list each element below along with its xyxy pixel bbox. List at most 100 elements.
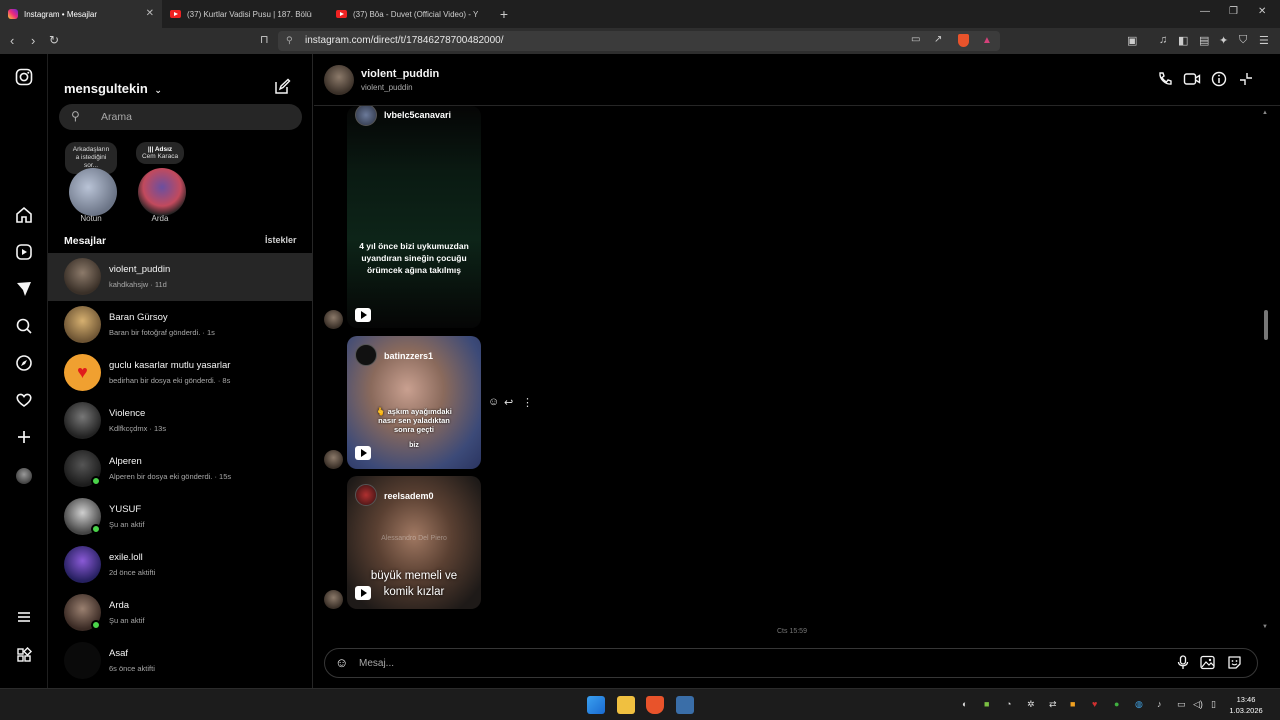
note-owner-name: Arda <box>151 214 169 223</box>
conversation-item[interactable]: ♥ guclu kasarlar mutlu yasarlar bedirhan… <box>48 349 313 397</box>
reader-icon[interactable]: ◧ <box>1178 34 1188 47</box>
app-icon[interactable] <box>676 696 694 714</box>
tray-icon[interactable]: ✲ <box>1027 699 1035 710</box>
home-icon[interactable] <box>14 206 34 226</box>
notifications-heart-icon[interactable] <box>14 391 34 411</box>
leo-ai-icon[interactable]: ✦ <box>1219 34 1228 47</box>
tray-icon[interactable]: ● <box>1114 699 1119 709</box>
instagram-logo-icon[interactable] <box>14 68 34 88</box>
requests-link[interactable]: İstekler <box>265 235 297 245</box>
note-song-artist: Cem Karaca <box>141 153 179 160</box>
brave-browser-icon[interactable] <box>646 696 664 714</box>
brave-rewards-icon[interactable]: ▲ <box>982 35 992 46</box>
conversation-item[interactable]: exile.loll 2d önce aktifti <box>48 541 313 589</box>
note-arda[interactable]: ||| Adsız Cem Karaca Arda <box>120 142 200 223</box>
explore-icon[interactable] <box>14 354 34 374</box>
conversation-item[interactable]: Alperen Alperen bir dosya eki gönderdi. … <box>48 445 313 493</box>
react-emoji-icon[interactable]: ☺ <box>488 396 499 408</box>
system-clock[interactable]: 13:46 1.03.2026 <box>1226 694 1266 716</box>
avatar <box>355 484 377 506</box>
tray-icon[interactable]: ◐ <box>962 699 967 709</box>
avatar[interactable] <box>324 65 354 95</box>
tab-kurtlar-vadisi[interactable]: (37) Kurtlar Vadisi Pusu | 187. Bölüm <box>162 0 328 28</box>
tray-icon[interactable]: ◔ <box>1006 699 1011 709</box>
search-input[interactable]: ⚲ Arama <box>59 104 302 130</box>
vpn-icon[interactable]: ⛉ <box>1239 34 1247 47</box>
conversation-item[interactable]: Violence Kdlfkcçdmx · 13s <box>48 397 313 445</box>
phone-call-icon[interactable] <box>1157 71 1173 91</box>
tray-icon[interactable]: ■ <box>1070 699 1075 709</box>
close-tab-icon[interactable]: ✕ <box>146 8 154 19</box>
network-icon[interactable]: ▭ <box>1177 699 1186 710</box>
file-explorer-icon[interactable] <box>617 696 635 714</box>
conversation-info-icon[interactable] <box>1211 71 1227 91</box>
shared-reel[interactable]: lvbelc5canavari 4 yıl önce bizi uykumuzd… <box>347 106 481 328</box>
scroll-up-icon[interactable]: ▲ <box>1262 110 1268 116</box>
share-icon[interactable]: ↗ <box>934 34 942 45</box>
reload-icon[interactable]: ↻ <box>49 33 59 47</box>
sidebar-toggle-icon[interactable]: ▣ <box>1127 34 1137 47</box>
menu-icon[interactable]: ☰ <box>1259 34 1269 47</box>
search-icon[interactable] <box>14 317 34 337</box>
scrollbar-thumb[interactable] <box>1264 310 1268 340</box>
shared-reel[interactable]: batinzzers1 🫰 aşkım ayağımdaki nasır sen… <box>347 336 481 469</box>
maximize-icon[interactable]: ❐ <box>1229 6 1238 17</box>
back-icon[interactable]: ‹ <box>10 33 14 48</box>
site-info-icon[interactable]: ⚲ <box>286 35 293 46</box>
voice-message-icon[interactable] <box>1177 655 1189 673</box>
scroll-down-icon[interactable]: ▼ <box>1262 624 1268 630</box>
message-input[interactable]: Mesaj... <box>359 658 394 669</box>
battery-icon[interactable]: ▯ <box>1211 699 1216 710</box>
chat-contact-name[interactable]: violent_puddin <box>361 68 439 80</box>
tab-instagram[interactable]: Instagram • Mesajlar ✕ <box>0 0 162 28</box>
conversation-item[interactable]: Arda Şu an aktif <box>48 589 313 637</box>
message-composer[interactable]: ☺ Mesaj... <box>324 648 1258 678</box>
tray-icon[interactable]: ♥ <box>1092 699 1097 709</box>
url-field[interactable]: ⚲ instagram.com/direct/t/178462787004820… <box>278 31 1000 51</box>
cast-icon[interactable]: ▭ <box>911 34 920 45</box>
avatar <box>64 546 101 583</box>
reply-icon[interactable]: ↩ <box>504 396 513 409</box>
more-options-icon[interactable]: ⋮ <box>522 396 533 409</box>
reel-play-icon <box>355 446 371 460</box>
windows-start-icon[interactable] <box>587 696 605 714</box>
microphone-icon[interactable]: ♪ <box>1157 699 1162 709</box>
profile-avatar-icon[interactable] <box>14 466 34 486</box>
chat-scrollbar[interactable]: ▲ ▼ <box>1262 110 1270 632</box>
more-menu-icon[interactable] <box>14 608 34 628</box>
volume-icon[interactable]: ◁) <box>1193 699 1203 710</box>
also-from-meta-icon[interactable] <box>14 646 34 666</box>
account-switcher[interactable]: mensgultekin ⌄ <box>64 81 162 96</box>
sticker-icon[interactable] <box>1227 655 1242 673</box>
tray-icon[interactable]: ◍ <box>1135 699 1143 710</box>
direct-messages-icon[interactable] <box>14 280 34 300</box>
reels-icon[interactable] <box>14 243 34 263</box>
new-message-icon[interactable] <box>274 78 291 100</box>
close-window-icon[interactable]: ✕ <box>1258 6 1266 17</box>
minimize-chat-icon[interactable] <box>1238 71 1254 91</box>
nvidia-icon[interactable]: ■ <box>984 699 989 709</box>
bookmark-icon[interactable]: ⊓ <box>260 33 269 46</box>
conversation-item[interactable]: violent_puddin kahdkahsjw · 11d <box>48 253 313 301</box>
conversation-preview: kahdkahsjw · 11d <box>109 280 167 289</box>
brave-shield-icon[interactable] <box>958 34 969 47</box>
clock-time: 13:46 <box>1236 695 1256 704</box>
new-tab-button[interactable]: + <box>494 6 514 22</box>
media-icon[interactable]: ♫ <box>1159 34 1167 46</box>
create-icon[interactable] <box>14 428 34 448</box>
conversation-item[interactable]: YUSUF Şu an aktif <box>48 493 313 541</box>
minimize-icon[interactable]: — <box>1200 6 1210 17</box>
note-bubble: ||| Adsız Cem Karaca <box>135 142 185 164</box>
tray-icon[interactable]: ⇄ <box>1049 699 1057 710</box>
video-call-icon[interactable] <box>1183 71 1201 91</box>
conversation-item[interactable]: Asaf 6s önce aktifti <box>48 637 313 685</box>
tab-boa-duvet[interactable]: (37) Bôa - Duvet (Official Video) - YouT… <box>328 0 494 28</box>
emoji-picker-icon[interactable]: ☺ <box>335 655 348 670</box>
conversation-item[interactable]: Baran Gürsoy Baran bir fotoğraf gönderdi… <box>48 301 313 349</box>
note-own[interactable]: Arkadaşların a istediğini sor... Notun <box>51 142 131 223</box>
wallet-icon[interactable]: ▤ <box>1199 34 1209 47</box>
shared-reel[interactable]: reelsadem0 Alessandro Del Piero büyük me… <box>347 476 481 609</box>
avatar <box>64 258 101 295</box>
forward-icon[interactable]: › <box>31 33 35 48</box>
add-photo-icon[interactable] <box>1200 655 1215 673</box>
